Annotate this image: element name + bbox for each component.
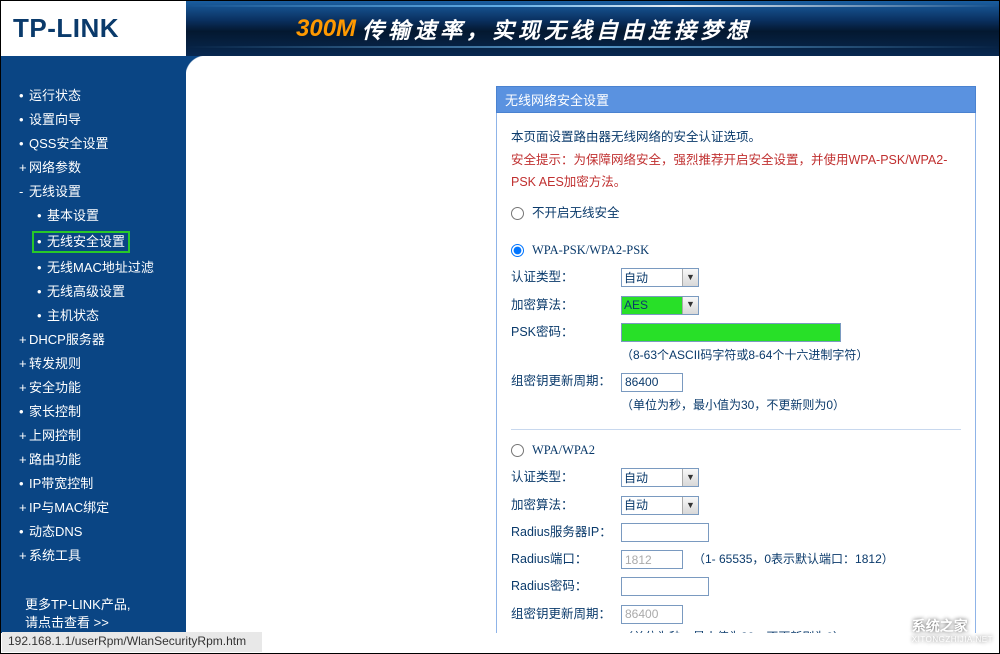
radio-wpapsk[interactable] xyxy=(511,244,524,257)
nav-item-systools[interactable]: 系统工具 xyxy=(1,544,186,568)
input-radius-pwd[interactable] xyxy=(621,577,709,596)
input-radius-port[interactable] xyxy=(621,550,683,569)
select-wpa-auth[interactable]: 自动▼ xyxy=(621,468,699,487)
nav-item-wizard[interactable]: 设置向导 xyxy=(1,108,186,132)
banner: 300M 传输速率，实现无线自由连接梦想 xyxy=(186,1,999,56)
radio-none[interactable] xyxy=(511,207,524,220)
house-icon xyxy=(866,614,906,651)
header: TP-LINK 300M 传输速率，实现无线自由连接梦想 xyxy=(1,1,999,56)
panel-intro: 本页面设置路由器无线网络的安全认证选项。 xyxy=(511,127,961,148)
chevron-down-icon: ▼ xyxy=(682,469,698,486)
nav-item-qos[interactable]: IP带宽控制 xyxy=(1,472,186,496)
label-psk-pwd: PSK密码： xyxy=(511,322,621,343)
radio-wpa-label: WPA/WPA2 xyxy=(532,440,595,461)
nav-sub-advanced[interactable]: 无线高级设置 xyxy=(1,280,186,304)
input-group-rekey[interactable] xyxy=(621,373,683,392)
wireless-security-panel: 无线网络安全设置 本页面设置路由器无线网络的安全认证选项。 安全提示：为保障网络… xyxy=(496,86,976,633)
chevron-down-icon: ▼ xyxy=(682,269,698,286)
input-psk-password[interactable] xyxy=(621,323,841,342)
nav-sub-basic[interactable]: 基本设置 xyxy=(1,204,186,228)
status-bar: 192.168.1.1/userRpm/WlanSecurityRpm.htm xyxy=(2,632,262,652)
nav-item-network[interactable]: 网络参数 xyxy=(1,156,186,180)
sidebar: 运行状态 设置向导 QSS安全设置 网络参数 无线设置 基本设置 无线安全设置 … xyxy=(1,56,186,633)
radio-none-label: 不开启无线安全 xyxy=(532,203,620,224)
nav-item-dhcp[interactable]: DHCP服务器 xyxy=(1,328,186,352)
nav-item-forward[interactable]: 转发规则 xyxy=(1,352,186,376)
sidebar-footer[interactable]: 更多TP-LINK产品, 请点击查看 >> xyxy=(1,596,186,632)
nav-item-wireless[interactable]: 无线设置 xyxy=(1,180,186,204)
nav-item-access[interactable]: 上网控制 xyxy=(1,424,186,448)
banner-tagline: 传输速率，实现无线自由连接梦想 xyxy=(362,13,752,45)
nav-list: 运行状态 设置向导 QSS安全设置 网络参数 无线设置 基本设置 无线安全设置 … xyxy=(1,84,186,568)
select-wpa-enc[interactable]: 自动▼ xyxy=(621,496,699,515)
label-radius-port: Radius端口： xyxy=(511,549,621,570)
nav-item-status[interactable]: 运行状态 xyxy=(1,84,186,108)
nav-item-routing[interactable]: 路由功能 xyxy=(1,448,186,472)
nav-item-ddns[interactable]: 动态DNS xyxy=(1,520,186,544)
nav-item-security[interactable]: 安全功能 xyxy=(1,376,186,400)
nav-item-ipmac[interactable]: IP与MAC绑定 xyxy=(1,496,186,520)
hint-radius-port: （1- 65535，0表示默认端口：1812） xyxy=(693,549,894,569)
label-wpa-rekey: 组密钥更新周期： xyxy=(511,604,621,625)
label-group-rekey: 组密钥更新周期： xyxy=(511,371,621,392)
nav-item-parental[interactable]: 家长控制 xyxy=(1,400,186,424)
label-auth-type: 认证类型： xyxy=(511,267,621,288)
panel-warning: 安全提示：为保障网络安全，强烈推荐开启安全设置，并使用WPA-PSK/WPA2-… xyxy=(511,150,961,193)
panel-title: 无线网络安全设置 xyxy=(496,86,976,113)
label-radius-pwd: Radius密码： xyxy=(511,576,621,597)
banner-highlight: 300M xyxy=(296,15,356,43)
sidebar-more-link[interactable]: 请点击查看 >> xyxy=(25,615,109,630)
chevron-down-icon: ▼ xyxy=(682,297,698,314)
nav-sub-macfilter[interactable]: 无线MAC地址过滤 xyxy=(1,256,186,280)
content: 无线网络安全设置 本页面设置路由器无线网络的安全认证选项。 安全提示：为保障网络… xyxy=(186,56,999,633)
label-wpa-enc: 加密算法： xyxy=(511,495,621,516)
nav-sub-hoststatus[interactable]: 主机状态 xyxy=(1,304,186,328)
input-radius-ip[interactable] xyxy=(621,523,709,542)
select-enc-algo[interactable]: AES▼ xyxy=(621,296,699,315)
watermark: 系统之家 XITONGZHIJIA.NET xyxy=(866,614,993,651)
hint-rekey: （单位为秒，最小值为30，不更新则为0） xyxy=(621,395,961,415)
hint-psk: （8-63个ASCII码字符或8-64个十六进制字符） xyxy=(621,345,961,365)
label-wpa-auth: 认证类型： xyxy=(511,467,621,488)
logo: TP-LINK xyxy=(1,13,186,44)
input-wpa-rekey[interactable] xyxy=(621,605,683,624)
chevron-down-icon: ▼ xyxy=(682,497,698,514)
logo-text: TP-LINK xyxy=(13,13,119,43)
nav-sub-security[interactable]: 无线安全设置 xyxy=(1,228,186,256)
label-enc-algo: 加密算法： xyxy=(511,295,621,316)
select-auth-type[interactable]: 自动▼ xyxy=(621,268,699,287)
label-radius-ip: Radius服务器IP： xyxy=(511,522,621,543)
nav-item-qss[interactable]: QSS安全设置 xyxy=(1,132,186,156)
radio-wpapsk-label: WPA-PSK/WPA2-PSK xyxy=(532,240,649,261)
radio-wpa[interactable] xyxy=(511,444,524,457)
